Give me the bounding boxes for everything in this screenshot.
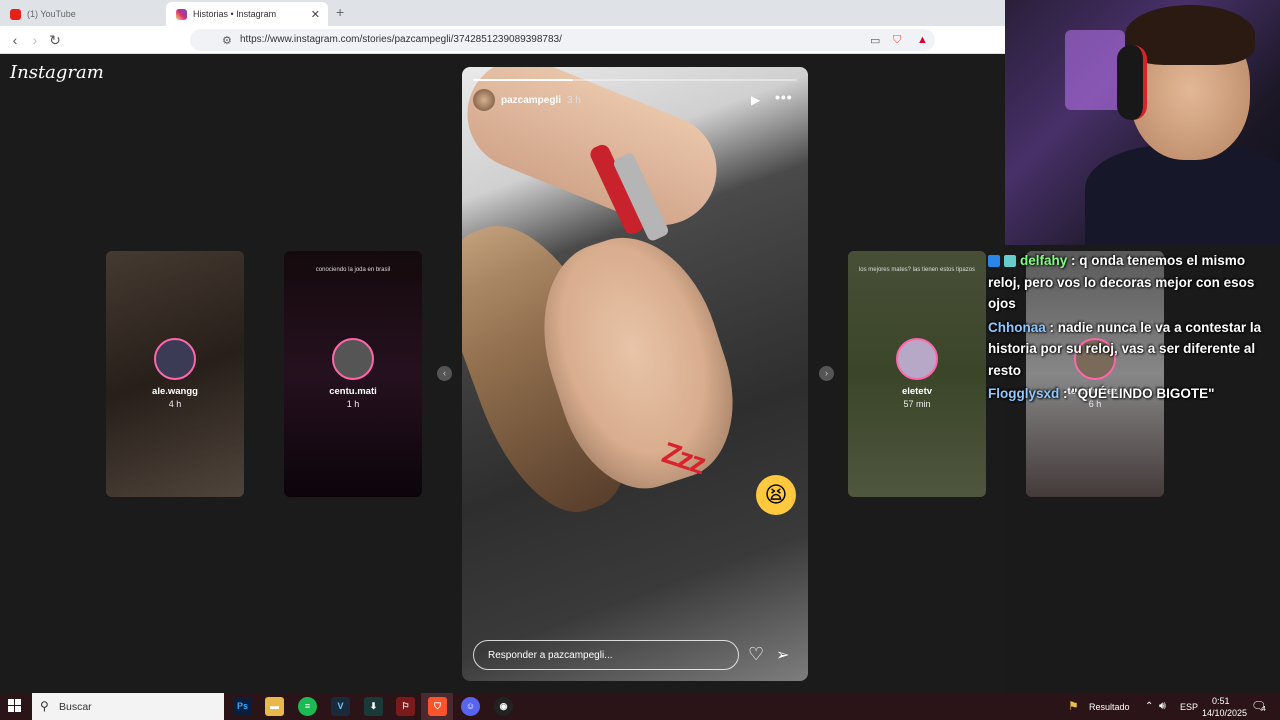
windows-taskbar: ⚲ Buscar Ps ▬ ≡ V ⬇ ⚐ ⛉ ☺ ◉ ⚑ Resultado … [0,693,1280,720]
webcam-background-light [1065,30,1125,110]
chat-badge-icon [988,255,1000,268]
tab-title: (1) YouTube [27,9,76,19]
reply-placeholder: Responder a pazcampegli... [488,650,613,661]
story-username: eletetv [901,386,933,397]
story-username: ale.wangg [152,386,198,397]
send-icon[interactable]: ➢ [776,645,789,665]
brave-rewards-icon[interactable]: ▲ [917,34,928,46]
more-options-icon[interactable]: ••• [775,89,793,105]
app-icon[interactable]: ⚐ [396,697,415,716]
chat-username: Chhonaa [988,319,1046,335]
avatar [154,338,196,380]
play-icon[interactable]: ▶ [751,93,760,107]
instagram-stories-page: Instagram ale.wangg 4 h conociendo la jo… [0,54,1164,693]
address-bar: ‹ › ↻ 🔖︎ ⚙ https://www.instagram.com/sto… [0,26,1005,54]
browser-tab-bar: (1) YouTube Historias • Instagram ✕ + [0,0,1005,26]
back-icon[interactable]: ‹ [6,31,24,49]
avatar[interactable] [473,89,495,111]
avatar [332,338,374,380]
story-caption: conociendo la joda en brasil [315,267,391,273]
url-field[interactable]: ⚙ https://www.instagram.com/stories/pazc… [190,29,935,51]
show-hidden-icons-icon[interactable]: ⌃ [1145,701,1153,720]
instagram-icon [176,8,187,20]
file-explorer-icon[interactable]: ▬ [265,697,284,716]
chat-message: Chhonaa : nadie nunca le va a contestar … [988,317,1280,382]
site-settings-icon[interactable]: ⚙ [222,34,232,47]
story-time: 4 h [168,399,182,409]
chat-message: delfahy : q onda tenemos el mismo reloj,… [988,250,1280,315]
vegas-icon[interactable]: V [331,697,350,716]
url-text: https://www.instagram.com/stories/pazcam… [240,34,562,45]
reply-input[interactable]: Responder a pazcampegli... [473,640,739,670]
chat-message: Flogglysxd : "QUÉ LINDO BIGOTE" [988,383,1280,405]
discord-icon[interactable]: ☺ [461,697,480,716]
search-placeholder: Buscar [59,701,92,713]
chat-badge-icon [1004,255,1016,268]
cast-icon[interactable]: ▭ [870,34,880,47]
yawning-face-icon: 😫︎ [756,475,796,515]
clock-date[interactable]: 14/10/2025 [1202,708,1247,720]
screen: (1) YouTube Historias • Instagram ✕ + ‹ … [0,0,1280,720]
story-time: 3 h [567,94,581,106]
like-heart-icon[interactable]: ♡ [748,644,764,665]
story-time: 1 h [346,399,360,409]
headset-icon [1117,45,1147,120]
tab-youtube[interactable]: (1) YouTube [0,2,166,26]
photoshop-icon[interactable]: Ps [233,697,252,716]
search-icon: ⚲ [40,699,49,713]
youtube-icon [10,8,21,20]
language-indicator[interactable]: ESP [1180,702,1198,720]
volume-icon[interactable]: 🔊︎ [1159,700,1166,720]
next-story-icon[interactable]: › [819,366,834,381]
story-progress-fill [473,79,574,81]
chat-text: : "QUÉ LINDO BIGOTE" [1063,386,1215,401]
story-preview-ale-wangg[interactable]: ale.wangg 4 h [106,251,244,497]
reload-icon[interactable]: ↻ [46,31,64,49]
chat-username: delfahy [1020,253,1068,268]
avatar [896,338,938,380]
windows-start-icon[interactable] [8,699,22,713]
brave-shield-icon[interactable]: ⛉ [893,34,901,47]
taskbar-search[interactable]: ⚲ Buscar [32,693,224,720]
brave-browser-icon[interactable]: ⛉ [428,697,447,716]
streamer-webcam [1005,0,1280,245]
story-header: pazcampegli 3 h [473,89,581,111]
story-preview-centu-mati[interactable]: conociendo la joda en brasil centu.mati … [284,251,422,497]
story-progress-bar [473,79,797,81]
chat-username: Flogglysxd [988,386,1060,401]
story-time: 57 min [903,399,931,409]
story-preview-eletetv[interactable]: los mejores mates? las tienen estos tipa… [848,251,986,497]
tab-instagram[interactable]: Historias • Instagram ✕ [166,2,328,26]
obs-icon[interactable]: ◉ [494,697,513,716]
close-tab-icon[interactable]: ✕ [311,8,320,21]
weather-icon[interactable]: ⚑ [1068,699,1079,720]
instagram-logo[interactable]: Instagram [10,62,104,83]
tab-title: Historias • Instagram [193,9,277,19]
active-story[interactable]: pazcampegli 3 h ▶ ••• Zzz 😫︎ Responder a… [462,67,808,681]
stream-chat-overlay: delfahy : q onda tenemos el mismo reloj,… [988,250,1280,407]
webcam-person-body [1085,145,1280,245]
forward-icon[interactable]: › [26,31,44,49]
story-username: centu.mati [329,386,377,397]
story-caption: los mejores mates? las tienen estos tipa… [858,267,976,273]
previous-story-icon[interactable]: ‹ [437,366,452,381]
app-icon[interactable]: ⬇ [364,697,383,716]
story-username[interactable]: pazcampegli [501,95,561,106]
notification-count: 4 [1262,706,1266,713]
spotify-icon[interactable]: ≡ [298,697,317,716]
new-tab-button[interactable]: + [336,4,344,20]
weather-label[interactable]: Resultado [1089,702,1130,720]
